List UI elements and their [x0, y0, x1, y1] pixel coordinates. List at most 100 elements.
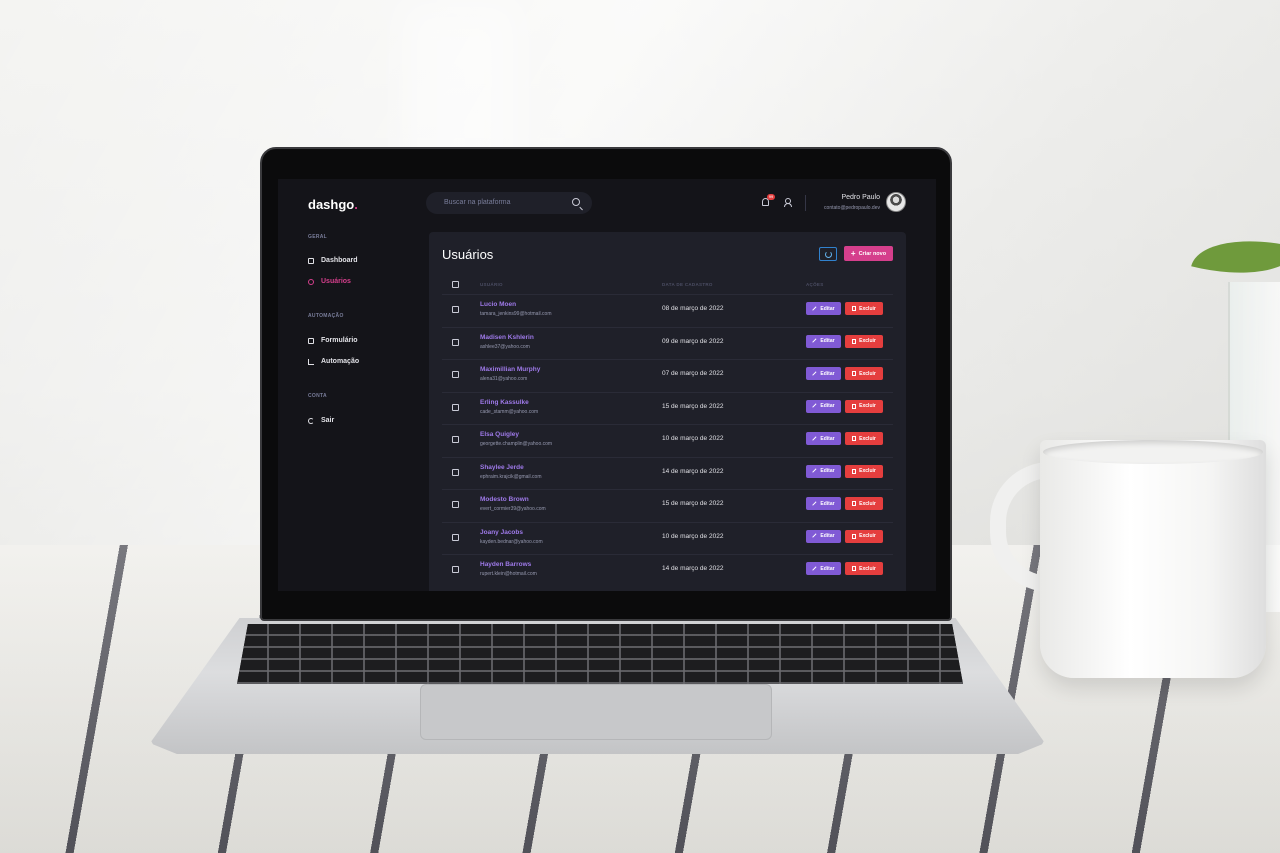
user-name-link[interactable]: Hayden Barrows [480, 561, 531, 568]
notification-badge: 99 [767, 194, 775, 200]
delete-button[interactable]: Excluir [845, 399, 883, 413]
delete-label: Excluir [859, 565, 876, 572]
row-checkbox[interactable] [452, 468, 459, 476]
registration-date: 15 de março de 2022 [662, 402, 724, 410]
sidebar-item-form[interactable]: Formulário [308, 337, 358, 344]
row-checkbox[interactable] [452, 533, 459, 541]
delete-button[interactable]: Excluir [845, 464, 883, 478]
edit-label: Editar [820, 305, 835, 312]
edit-button[interactable]: Editar [806, 464, 841, 478]
edit-label: Editar [820, 435, 835, 442]
table-row: Lucio Moen tamara_jenkins99@hotmail.com … [442, 294, 893, 327]
pencil-icon [812, 338, 818, 344]
users-panel: Usuários + Criar novo USUÁRIO DATA DE CA… [429, 232, 906, 591]
delete-button[interactable]: Excluir [845, 562, 883, 575]
sidebar-item-dashboard[interactable]: Dashboard [308, 257, 358, 264]
logo-dot: . [354, 197, 358, 212]
nav-section-account: CONTA [308, 393, 327, 399]
row-checkbox[interactable] [452, 338, 459, 346]
pencil-icon [812, 306, 818, 311]
trash-icon [852, 533, 857, 539]
pencil-icon [812, 403, 818, 409]
row-checkbox[interactable] [452, 371, 459, 378]
user-email-text: rupert.klein@hotmail.com [480, 571, 537, 577]
registration-date: 14 de março de 2022 [662, 467, 724, 475]
registration-date: 08 de março de 2022 [662, 305, 724, 312]
keyboard-rows [237, 624, 963, 684]
edit-button[interactable]: Editar [806, 562, 841, 575]
search-input[interactable]: Buscar na plataforma [426, 192, 592, 214]
edit-label: Editar [820, 565, 835, 572]
delete-label: Excluir [859, 338, 876, 344]
edit-button[interactable]: Editar [806, 334, 841, 348]
table-row: Maximillian Murphy alena31@yahoo.com 07 … [442, 359, 893, 392]
edit-label: Editar [820, 533, 835, 539]
row-checkbox[interactable] [452, 501, 459, 508]
select-all-checkbox[interactable] [452, 281, 459, 288]
delete-button[interactable]: Excluir [845, 497, 883, 510]
edit-button[interactable]: Editar [806, 302, 841, 315]
user-name-link[interactable]: Madisen Kshlerin [480, 334, 534, 341]
table-row: Modesto Brown evert_cormier39@yahoo.com … [442, 489, 893, 522]
delete-button[interactable]: Excluir [845, 432, 883, 445]
trash-icon [852, 436, 857, 441]
user-email: contato@pedropaulo.dev [824, 205, 880, 211]
user-email-text: georgette.champlin@yahoo.com [480, 441, 553, 447]
sidebar-item-label: Dashboard [321, 257, 358, 264]
table-row: Erling Kassulke cade_stamm@yahoo.com 15 … [442, 391, 893, 425]
refresh-button[interactable] [819, 247, 837, 261]
delete-button[interactable]: Excluir [845, 334, 883, 348]
search-icon[interactable] [572, 198, 580, 206]
page-title: Usuários [442, 247, 494, 262]
sidebar-item-users[interactable]: Usuários [308, 278, 351, 285]
delete-button[interactable]: Excluir [845, 529, 883, 543]
logout-icon [308, 417, 314, 424]
sidebar-item-label: Sair [321, 417, 335, 424]
user-email-text: ashlee37@yahoo.com [480, 343, 530, 350]
create-user-button[interactable]: + Criar novo [844, 246, 893, 261]
header-divider [805, 195, 806, 211]
user-name-link[interactable]: Maximillian Murphy [480, 366, 540, 373]
delete-label: Excluir [859, 305, 876, 312]
registration-date: 15 de março de 2022 [662, 500, 724, 507]
avatar[interactable] [886, 192, 906, 212]
sidebar-item-logout[interactable]: Sair [308, 417, 334, 424]
app-logo[interactable]: dashgo. [308, 197, 358, 212]
delete-button[interactable]: Excluir [845, 367, 883, 380]
user-name-link[interactable]: Modesto Brown [480, 496, 529, 503]
sidebar-item-automation[interactable]: Automação [308, 358, 359, 365]
pencil-icon [812, 533, 818, 539]
user-email-text: alena31@yahoo.com [480, 376, 528, 382]
edit-button[interactable]: Editar [806, 432, 841, 445]
column-header-user: USUÁRIO [480, 282, 503, 287]
automation-icon [308, 358, 314, 365]
column-header-actions: AÇÕES [806, 282, 824, 287]
pencil-icon [812, 501, 818, 506]
table-row: Shaylee Jerde ephraim.krajcik@gmail.com … [442, 456, 893, 490]
user-name-link[interactable]: Lucio Moen [480, 301, 516, 308]
sidebar-item-label: Automação [321, 358, 360, 365]
row-checkbox[interactable] [452, 306, 459, 313]
user-email-text: ephraim.krajcik@gmail.com [480, 473, 542, 480]
user-name-link[interactable]: Erling Kassulke [480, 399, 529, 406]
nav-section-general: GERAL [308, 234, 327, 240]
edit-button[interactable]: Editar [806, 529, 841, 543]
trash-icon [852, 501, 857, 506]
delete-button[interactable]: Excluir [845, 302, 883, 315]
edit-button[interactable]: Editar [806, 497, 841, 510]
edit-button[interactable]: Editar [806, 367, 841, 380]
user-name-link[interactable]: Elsa Quigley [480, 431, 519, 438]
table-row: Elsa Quigley georgette.champlin@yahoo.co… [442, 424, 893, 457]
row-checkbox[interactable] [452, 566, 459, 573]
user-name-link[interactable]: Shaylee Jerde [480, 464, 524, 471]
registration-date: 09 de março de 2022 [662, 337, 724, 345]
edit-label: Editar [820, 403, 835, 409]
edit-button[interactable]: Editar [806, 399, 841, 413]
row-checkbox[interactable] [452, 436, 459, 443]
table-row: Hayden Barrows rupert.klein@hotmail.com … [442, 554, 893, 587]
sidebar-item-label: Formulário [321, 337, 358, 344]
user-name-link[interactable]: Joany Jacobs [480, 529, 523, 536]
user-add-icon[interactable] [784, 198, 792, 207]
row-checkbox[interactable] [452, 403, 459, 411]
laptop-trackpad [420, 684, 772, 740]
